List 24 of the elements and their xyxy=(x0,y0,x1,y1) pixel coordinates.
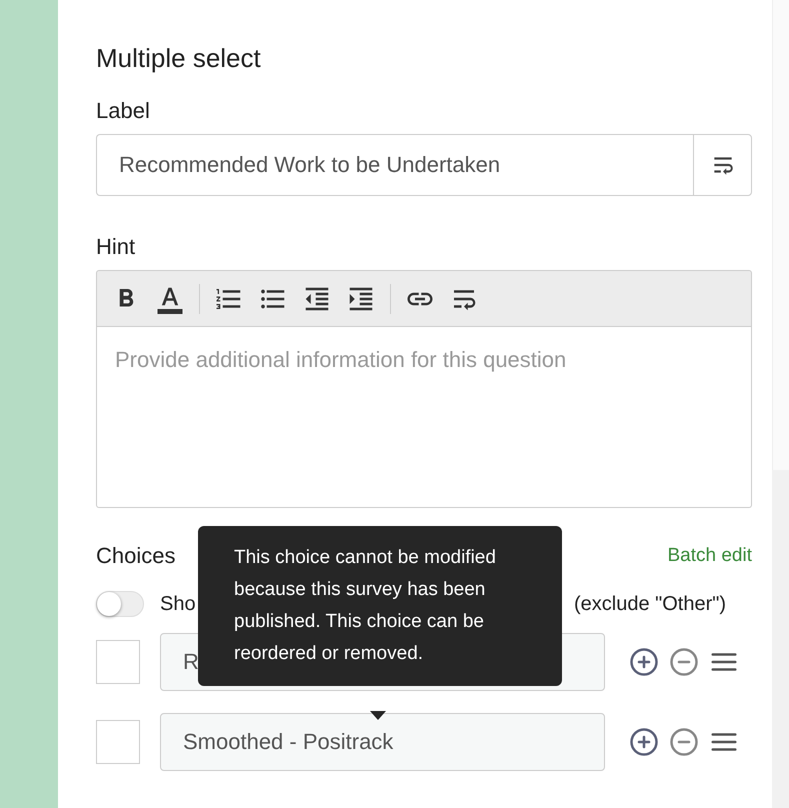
choice-checkbox[interactable] xyxy=(96,720,140,764)
plus-circle-icon xyxy=(629,647,659,677)
add-button[interactable] xyxy=(629,647,659,677)
toggle-label: (exclude "Other") xyxy=(574,592,726,616)
label-field[interactable]: Recommended Work to be Undertaken xyxy=(96,134,693,196)
tooltip-text: This choice cannot be modified because this survey has been published. This choice can be reordered or removed. xyxy=(234,546,497,666)
plus-circle-icon xyxy=(629,727,659,757)
field-label: Label xyxy=(96,97,151,125)
toggle-label: Sho xyxy=(160,592,196,616)
tooltip-arrow xyxy=(370,711,386,720)
choice-checkbox[interactable] xyxy=(96,640,140,684)
wrap-text-button[interactable] xyxy=(693,134,752,196)
minus-circle-icon xyxy=(669,727,699,757)
remove-button[interactable] xyxy=(669,647,699,677)
hint-field[interactable]: Provide additional information for this question xyxy=(96,327,752,508)
field-label: Hint xyxy=(96,233,136,261)
choice-field[interactable]: Smoothed - Positrack xyxy=(160,713,605,771)
remove-button[interactable] xyxy=(669,727,699,757)
section-heading: Choices xyxy=(96,543,176,569)
random-order-toggle[interactable] xyxy=(96,591,144,617)
add-button[interactable] xyxy=(629,727,659,757)
minus-circle-icon xyxy=(669,647,699,677)
batch-edit-link[interactable]: Batch edit xyxy=(668,545,752,567)
panel-title: Multiple select xyxy=(96,42,262,75)
